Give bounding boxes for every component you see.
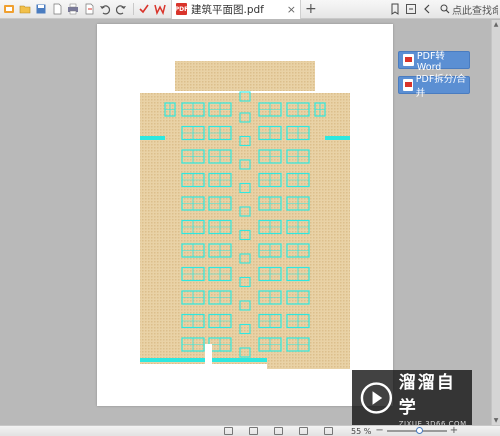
new-tab-button[interactable]: + [305,2,317,16]
scroll-up-icon[interactable]: ▲ [492,20,500,29]
save-icon[interactable] [34,2,48,16]
watermark-text: 溜溜自学 ZIXUE.3D66.COM [399,368,472,428]
book-view-icon[interactable] [324,427,333,435]
print-icon[interactable] [66,2,80,16]
ground-line-mid [212,358,267,362]
pdf-page [97,24,393,406]
pdf-split-merge-icon [403,79,413,91]
zoom-slider-handle[interactable] [415,427,423,434]
fit-page-icon[interactable] [224,427,233,435]
zoom-in-button[interactable]: + [450,426,458,436]
play-logo-icon [360,382,393,414]
vertical-scrollbar[interactable]: ▲ ▼ [491,20,500,425]
pdf-to-word-label: PDF转Word [416,50,445,73]
tab-title: 建筑平面图.pdf [191,3,264,16]
single-page-icon[interactable] [249,427,258,435]
undo-icon[interactable] [98,2,112,16]
balcony-left [140,136,165,140]
building-body [140,93,350,364]
top-toolbar: PDF 建筑平面图.pdf × + 点此查找命令 [0,0,500,19]
redo-icon[interactable] [114,2,128,16]
double-page-icon[interactable] [274,427,283,435]
entrance [205,344,212,364]
zoom-level[interactable]: 55 % [351,427,371,436]
building-elevation-drawing [140,61,350,369]
document-viewer[interactable]: PDF转Word PDF拆分/合并 [0,20,500,425]
command-search[interactable]: 点此查找命令 [440,2,498,17]
scroll-down-icon[interactable]: ▼ [492,416,500,425]
export-icon[interactable] [82,2,96,16]
toolbar-separator [133,3,134,15]
pdf-split-merge-label: PDF拆分/合并 [415,74,467,99]
bookmark-icon[interactable] [388,2,402,16]
quick-access-toolbar [0,0,169,19]
pdf-file-icon: PDF [175,3,188,15]
new-icon[interactable] [50,2,64,16]
view-mode-icons [224,427,349,435]
status-bar: 55 % − + [0,425,500,436]
continuous-icon[interactable] [299,427,308,435]
watermark-title: 溜溜自学 [398,373,456,418]
base-right [267,362,350,369]
zoom-slider[interactable] [386,427,447,434]
search-placeholder: 点此查找命令 [452,5,498,17]
wps-icon[interactable] [153,2,167,16]
open-icon[interactable] [18,2,32,16]
tab-close-icon[interactable]: × [287,3,296,16]
options-icon[interactable] [404,2,418,16]
watermark: 溜溜自学 ZIXUE.3D66.COM [352,368,472,428]
balcony-right [325,136,350,140]
pdf-to-word-icon [403,54,414,66]
collapse-icon[interactable] [420,2,434,16]
search-icon [440,4,450,14]
logo-icon[interactable] [2,2,16,16]
pdf-to-word-button[interactable]: PDF转Word [398,51,470,73]
document-tab[interactable]: PDF 建筑平面图.pdf × [171,0,301,19]
toolbar-right: 点此查找命令 [388,0,500,19]
check-icon[interactable] [137,2,151,16]
roof-block [175,61,315,91]
pdf-split-merge-button[interactable]: PDF拆分/合并 [398,74,470,99]
zoom-out-button[interactable]: − [375,426,383,436]
ground-line-left [140,358,205,362]
